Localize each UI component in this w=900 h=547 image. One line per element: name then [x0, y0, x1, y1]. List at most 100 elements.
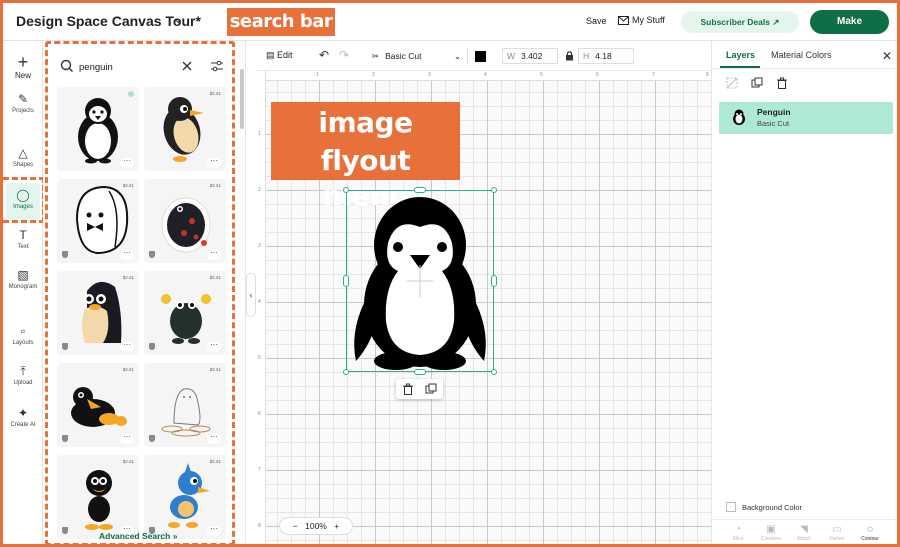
image-card[interactable]: $2.61 ···: [57, 179, 139, 263]
trash-icon[interactable]: [402, 383, 414, 395]
plus-icon: +: [17, 52, 29, 72]
width-label: W: [507, 51, 516, 61]
duplicate-icon[interactable]: [751, 77, 763, 89]
color-swatch[interactable]: [475, 51, 486, 62]
rail-item-monogram[interactable]: ▧ Monogram: [3, 268, 43, 291]
ruler-tick: 5: [258, 355, 261, 361]
image-card[interactable]: $2.61 ···: [57, 363, 139, 447]
image-card[interactable]: $2.61 ···: [144, 179, 226, 263]
price-label: $2.61: [122, 275, 134, 280]
chevron-right-icon: »: [172, 531, 178, 541]
rail-label-layouts: Layouts: [12, 340, 34, 346]
more-options-button[interactable]: ···: [120, 157, 134, 168]
collapse-panel-button[interactable]: ‹: [246, 273, 256, 317]
more-options-button[interactable]: ···: [207, 525, 221, 536]
ruler-tick: 5: [540, 72, 543, 78]
zoom-level: 100%: [305, 521, 327, 531]
chevron-down-icon: ⌄: [453, 51, 461, 61]
more-options-button[interactable]: ···: [207, 157, 221, 168]
ruler-tick: 1: [316, 72, 319, 78]
edit-label: Edit: [277, 50, 293, 60]
trash-icon[interactable]: [776, 77, 788, 89]
resize-handle[interactable]: [491, 275, 497, 287]
height-field[interactable]: H 4.18: [578, 48, 634, 64]
tab-material-colors[interactable]: Material Colors: [771, 50, 832, 60]
resize-handle[interactable]: [343, 187, 349, 193]
rail-label-monogram: Monogram: [8, 284, 38, 290]
zoom-out-button[interactable]: −: [293, 521, 298, 531]
save-button[interactable]: Save: [586, 16, 607, 26]
redo-button[interactable]: ↷: [339, 48, 349, 62]
more-options-button[interactable]: ···: [120, 249, 134, 260]
image-card[interactable]: $2.61 ···: [144, 363, 226, 447]
more-options-button[interactable]: ···: [207, 249, 221, 260]
more-options-button[interactable]: ···: [120, 341, 134, 352]
lock-icon[interactable]: [565, 50, 574, 61]
price-label: $2.61: [209, 275, 221, 280]
rail-item-new[interactable]: + New: [3, 52, 43, 80]
resize-handle[interactable]: [414, 369, 426, 375]
annotation-line-1: image flyout: [318, 106, 413, 177]
close-icon[interactable]: ✕: [882, 49, 892, 63]
image-card[interactable]: $2.61 ···: [144, 87, 226, 171]
group-icon[interactable]: [726, 77, 738, 89]
height-value: 4.18: [595, 51, 612, 61]
rail-label-projects: Projects: [12, 108, 34, 114]
width-field[interactable]: W 3.402: [502, 48, 558, 64]
resize-handle[interactable]: [343, 275, 349, 287]
external-link-icon: ↗: [772, 17, 780, 27]
make-button[interactable]: Make: [810, 10, 889, 34]
attach-icon: ◥: [800, 524, 808, 535]
image-card[interactable]: $2.61 ···: [144, 455, 226, 539]
price-label: $2.61: [209, 367, 221, 372]
left-rail: + New ✎ Projects △ Shapes ◯ Images T Text ▧ Mo…: [3, 41, 45, 544]
rail-label-new: New: [14, 71, 31, 80]
attach-button[interactable]: ◥ Attach: [788, 524, 820, 542]
rail-item-create-ai[interactable]: ✦ Create AI: [3, 407, 43, 429]
rail-item-shapes[interactable]: △ Shapes: [3, 147, 43, 169]
chevron-down-icon[interactable]: ⌄: [173, 11, 184, 27]
resize-handle[interactable]: [414, 187, 426, 193]
rail-item-text[interactable]: T Text: [3, 229, 43, 251]
flatten-button[interactable]: ▭ Flatten: [821, 524, 853, 542]
attach-label: Attach: [796, 536, 812, 542]
slice-button[interactable]: ◔ Slice: [722, 524, 754, 542]
resize-handle[interactable]: [343, 369, 349, 375]
more-options-button[interactable]: ···: [207, 433, 221, 444]
image-card[interactable]: ···: [57, 87, 139, 171]
image-card[interactable]: $2.61 ···: [57, 455, 139, 539]
edit-button[interactable]: ▤ Edit: [266, 50, 293, 61]
operation-select[interactable]: ✂ Basic Cut ⌄: [372, 48, 468, 64]
selection-box[interactable]: [346, 190, 494, 372]
rail-item-layouts[interactable]: ▫ Layouts: [3, 325, 43, 347]
rail-item-projects[interactable]: ✎ Projects: [3, 93, 43, 115]
resize-handle[interactable]: [491, 369, 497, 375]
image-card[interactable]: $2.61 ···: [57, 271, 139, 355]
panel-scrollbar[interactable]: [240, 69, 244, 129]
image-card[interactable]: $2.61 ···: [144, 271, 226, 355]
more-options-button[interactable]: ···: [120, 433, 134, 444]
background-color-checkbox[interactable]: [726, 502, 736, 512]
contour-label: Contour: [861, 536, 879, 542]
mail-icon: [618, 16, 629, 25]
advanced-search-link[interactable]: Advanced Search »: [99, 531, 177, 541]
my-stuff-button[interactable]: My Stuff: [618, 15, 665, 25]
chevron-left-icon: ‹: [249, 290, 253, 300]
duplicate-icon[interactable]: [425, 383, 437, 395]
close-icon[interactable]: [180, 59, 194, 73]
subscriber-deals-button[interactable]: Subscriber Deals ↗: [681, 11, 799, 33]
undo-button[interactable]: ↶: [319, 48, 329, 62]
filter-icon[interactable]: [210, 60, 224, 72]
tab-layers[interactable]: Layers: [726, 50, 755, 60]
contour-button[interactable]: ◌ Contour: [854, 524, 886, 542]
redo-icon: ↷: [339, 48, 350, 62]
monogram-icon: ▧: [17, 268, 29, 282]
zoom-in-button[interactable]: +: [334, 521, 339, 531]
layer-name: Penguin: [757, 107, 791, 117]
ruler-tick: 4: [258, 299, 261, 305]
combine-button[interactable]: ▣ Combine: [755, 524, 787, 542]
search-input[interactable]: [79, 59, 179, 75]
resize-handle[interactable]: [491, 187, 497, 193]
rail-item-upload[interactable]: ⤒ Upload: [3, 365, 43, 387]
more-options-button[interactable]: ···: [207, 341, 221, 352]
